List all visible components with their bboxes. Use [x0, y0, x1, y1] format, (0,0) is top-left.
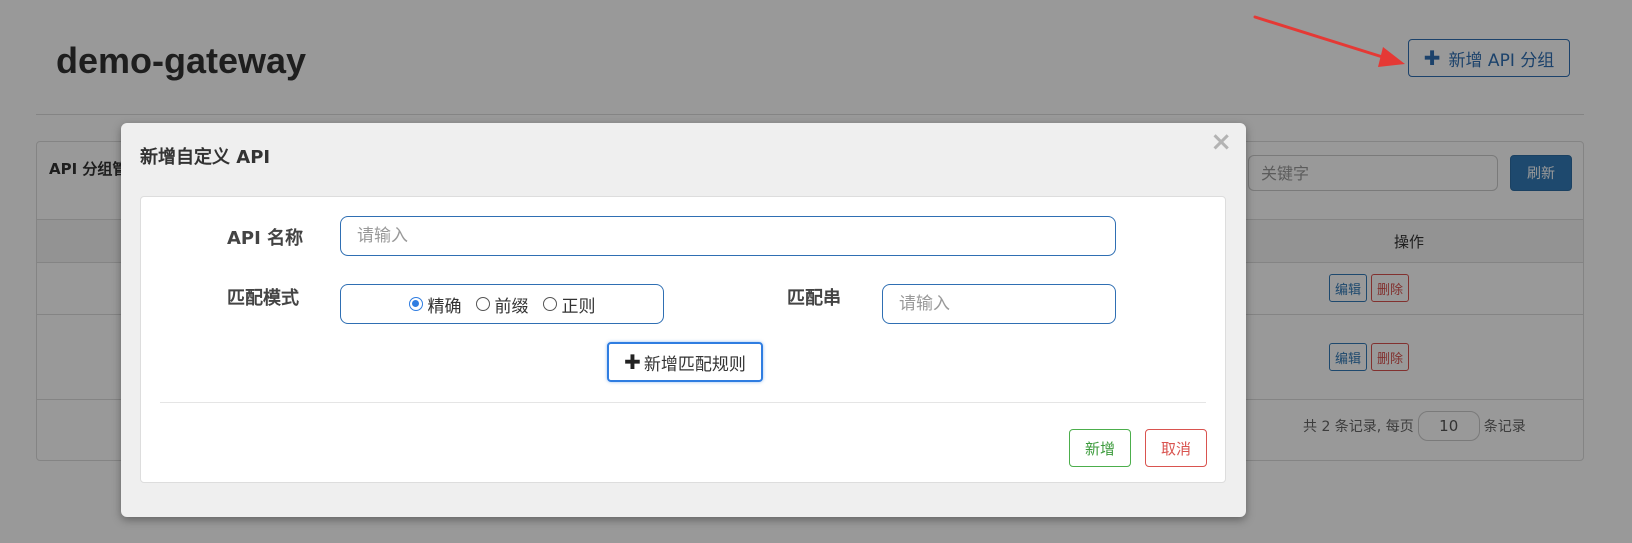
add-custom-api-dialog: 新增自定义 API × API 名称 匹配模式 精确 前缀 正则	[121, 123, 1246, 517]
radio-checked-icon	[408, 297, 423, 311]
radio-unchecked-icon	[475, 297, 490, 311]
close-icon[interactable]: ×	[1210, 129, 1232, 155]
api-name-input[interactable]	[340, 216, 1116, 256]
match-mode-label: 匹配模式	[227, 288, 299, 309]
dialog-form: API 名称 匹配模式 精确 前缀 正则 匹配串	[140, 196, 1226, 483]
add-match-rule-button[interactable]: ✚ 新增匹配规则	[607, 342, 763, 382]
radio-unchecked-icon	[542, 297, 557, 311]
form-divider	[160, 402, 1206, 403]
api-name-label: API 名称	[227, 228, 304, 249]
match-pattern-input[interactable]	[882, 284, 1116, 324]
match-mode-radio-group: 精确 前缀 正则	[340, 284, 664, 324]
match-pattern-label: 匹配串	[787, 288, 841, 309]
radio-regex[interactable]: 正则	[542, 292, 596, 317]
cancel-button[interactable]: 取消	[1145, 429, 1207, 467]
radio-exact-label: 精确	[427, 296, 462, 317]
radio-regex-label: 正则	[561, 296, 596, 317]
confirm-add-button[interactable]: 新增	[1069, 429, 1131, 467]
radio-prefix-label: 前缀	[494, 296, 529, 317]
page: demo-gateway ✚ 新增 API 分组 API 分组管理 刷新 操作 …	[0, 0, 1632, 543]
plus-icon: ✚	[624, 350, 641, 374]
dialog-title: 新增自定义 API	[140, 147, 271, 168]
radio-exact[interactable]: 精确	[408, 292, 462, 317]
add-match-rule-label: 新增匹配规则	[643, 354, 746, 375]
radio-prefix[interactable]: 前缀	[475, 292, 529, 317]
